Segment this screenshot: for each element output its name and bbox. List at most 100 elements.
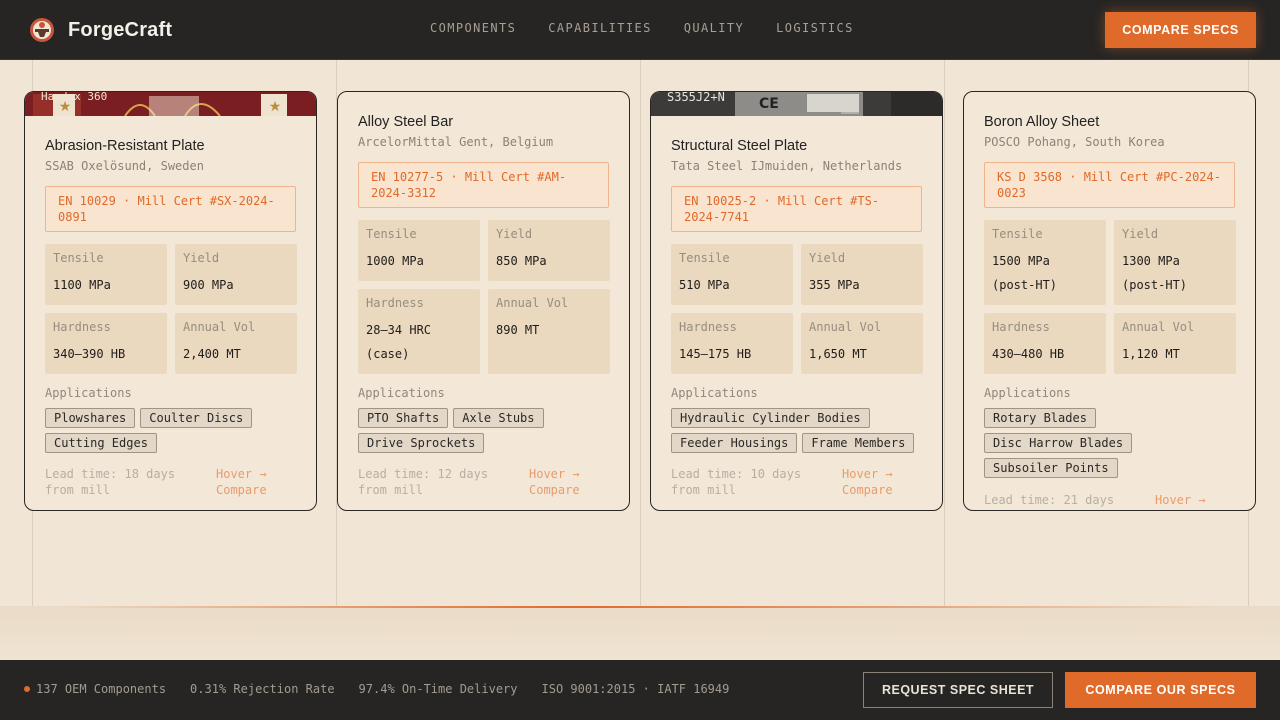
stat-rejection-rate: 0.31% Rejection Rate — [190, 682, 335, 696]
request-spec-sheet-button[interactable]: REQUEST SPEC SHEET — [863, 672, 1053, 708]
stat-label: Annual Vol — [496, 296, 569, 310]
stat-hardness: Hardness 28–34 HRC (case) — [358, 289, 480, 374]
lead-time: Lead time: 12 days from mill — [358, 467, 489, 497]
card-title: Boron Alloy Sheet — [984, 114, 1100, 130]
stat-on-time-delivery: 97.4% On-Time Delivery — [358, 682, 518, 696]
lead-time: Lead time: 21 days — [984, 493, 1115, 507]
stat-hardness: Hardness 145–175 HB — [671, 313, 793, 374]
application-tag[interactable]: Rotary Blades — [984, 408, 1096, 428]
product-card-structural-plate[interactable]: CE S355J2+N Structural Steel Plate Tata … — [650, 91, 943, 511]
stat-tensile: Tensile 1000 MPa — [358, 220, 480, 281]
stat-value: 145–175 HB — [679, 347, 752, 361]
hover-compare-link[interactable]: Hover → — [1155, 492, 1235, 508]
spec-stats: Tensile 1000 MPa Yield 850 MPa Hardness 28–… — [358, 220, 610, 374]
nav-quality[interactable]: QUALITY — [684, 21, 744, 35]
stat-hardness: Hardness 340–390 HB — [45, 313, 167, 374]
stat-label: Hardness — [679, 320, 737, 334]
compare-specs-button[interactable]: COMPARE SPECS — [1105, 12, 1256, 48]
stat-annual-vol: Annual Vol 1,120 MT — [1114, 313, 1236, 374]
application-tag[interactable]: PTO Shafts — [358, 408, 449, 428]
application-tag[interactable]: Subsoiler Points — [984, 458, 1118, 478]
applications-label: Applications — [358, 386, 445, 400]
stat-value: 2,400 MT — [183, 347, 241, 361]
card-origin: SSAB Oxelösund, Sweden — [45, 159, 204, 173]
nav-capabilities[interactable]: CAPABILITIES — [548, 21, 652, 35]
brand[interactable]: ForgeCraft — [28, 16, 172, 44]
stat-value: 850 MPa — [496, 254, 547, 268]
svg-text:Hardox 360: Hardox 360 — [41, 92, 107, 103]
stat-label: Tensile — [366, 227, 417, 241]
nav-logistics[interactable]: LOGISTICS — [776, 21, 854, 35]
status-dot-icon — [24, 686, 30, 692]
stat-value: 1300 MPa (post-HT) — [1122, 254, 1188, 292]
stat-label: Tensile — [679, 251, 730, 265]
trust-stats: 137 OEM Components 0.31% Rejection Rate … — [24, 682, 753, 696]
grid-line — [944, 60, 945, 660]
svg-text:★: ★ — [269, 99, 282, 115]
stat-label: Yield — [1122, 227, 1159, 241]
stat-yield: Yield 850 MPa — [488, 220, 610, 281]
hover-compare-link[interactable]: Hover → Compare — [842, 466, 922, 498]
stat-label: Yield — [809, 251, 846, 265]
card-body: Boron Alloy Sheet POSCO Pohang, South Ko… — [984, 114, 1236, 478]
mill-cert: KS D 3568 · Mill Cert #PC-2024-0023 — [984, 162, 1235, 208]
application-tags: PTO Shafts Axle Stubs Drive Sprockets — [358, 408, 609, 453]
stat-annual-vol: Annual Vol 1,650 MT — [801, 313, 923, 374]
application-tag[interactable]: Disc Harrow Blades — [984, 433, 1133, 453]
lead-time: Lead time: 18 days from mill — [45, 467, 176, 497]
stat-value: 1500 MPa (post-HT) — [992, 254, 1058, 292]
hover-compare-link[interactable]: Hover → Compare — [216, 466, 296, 498]
stat-label: Yield — [183, 251, 220, 265]
stat-yield: Yield 355 MPa — [801, 244, 923, 305]
spec-stats: Tensile 510 MPa Yield 355 MPa Hardness 145–… — [671, 244, 923, 374]
hover-compare-link[interactable]: Hover → Compare — [529, 466, 609, 498]
svg-text:CE: CE — [759, 96, 779, 112]
application-tag[interactable]: Plowshares — [45, 408, 136, 428]
product-card-abrasion-plate[interactable]: ★ ★ Hardox 360 Abrasion-Resistant Plate … — [24, 91, 317, 511]
card-footer: Lead time: 18 days from mill Hover → Com… — [45, 466, 296, 498]
product-card-boron-sheet[interactable]: Boron Alloy Sheet POSCO Pohang, South Ko… — [963, 91, 1256, 511]
card-body: Structural Steel Plate Tata Steel IJmuid… — [671, 138, 923, 453]
spec-stats: Tensile 1100 MPa Yield 900 MPa Hardness 340… — [45, 244, 297, 374]
card-title: Abrasion-Resistant Plate — [45, 138, 205, 154]
application-tag[interactable]: Drive Sprockets — [358, 433, 485, 453]
application-tag[interactable]: Axle Stubs — [453, 408, 544, 428]
grid-line — [640, 60, 641, 660]
svg-text:S355J2+N: S355J2+N — [667, 92, 725, 104]
application-tag[interactable]: Frame Members — [802, 433, 915, 453]
compare-our-specs-button[interactable]: COMPARE OUR SPECS — [1065, 672, 1256, 708]
stat-value: 1000 MPa — [366, 254, 424, 268]
mill-cert: EN 10025-2 · Mill Cert #TS-2024-7741 — [671, 186, 922, 232]
card-title: Structural Steel Plate — [671, 138, 808, 154]
stat-value: 430–480 HB — [992, 347, 1065, 361]
forge-logo-icon — [30, 18, 54, 42]
stat-annual-vol: Annual Vol 2,400 MT — [175, 313, 297, 374]
product-image-banner: CE S355J2+N — [651, 92, 942, 116]
card-origin: POSCO Pohang, South Korea — [984, 135, 1165, 149]
card-body: Abrasion-Resistant Plate SSAB Oxelösund,… — [45, 138, 297, 453]
mill-cert: EN 10277-5 · Mill Cert #AM-2024-3312 — [358, 162, 609, 208]
stat-value: 1,120 MT — [1122, 347, 1180, 361]
stat-yield: Yield 1300 MPa (post-HT) — [1114, 220, 1236, 305]
application-tag[interactable]: Feeder Housings — [671, 433, 798, 453]
product-card-alloy-bar[interactable]: Alloy Steel Bar ArcelorMittal Gent, Belg… — [337, 91, 630, 511]
stat-label: Hardness — [992, 320, 1050, 334]
application-tags: Rotary Blades Disc Harrow Blades Subsoil… — [984, 408, 1235, 478]
brand-name: ForgeCraft — [68, 18, 173, 41]
stat-label: Annual Vol — [809, 320, 882, 334]
application-tag[interactable]: Coulter Discs — [140, 408, 253, 428]
product-image-banner: ★ ★ Hardox 360 — [25, 92, 316, 116]
stat-label: Tensile — [992, 227, 1043, 241]
stat-value: 355 MPa — [809, 278, 860, 292]
card-origin: ArcelorMittal Gent, Belgium — [358, 135, 554, 149]
nav-components[interactable]: COMPONENTS — [430, 21, 516, 35]
applications-label: Applications — [45, 386, 132, 400]
stat-hardness: Hardness 430–480 HB — [984, 313, 1106, 374]
stat-label: Tensile — [53, 251, 104, 265]
application-tags: Hydraulic Cylinder Bodies Feeder Housing… — [671, 408, 922, 453]
lead-time: Lead time: 10 days from mill — [671, 467, 802, 497]
application-tag[interactable]: Cutting Edges — [45, 433, 157, 453]
stat-oem-components: 137 OEM Components — [36, 682, 167, 696]
steel-plate-image: CE S355J2+N — [651, 92, 942, 116]
application-tag[interactable]: Hydraulic Cylinder Bodies — [671, 408, 870, 428]
